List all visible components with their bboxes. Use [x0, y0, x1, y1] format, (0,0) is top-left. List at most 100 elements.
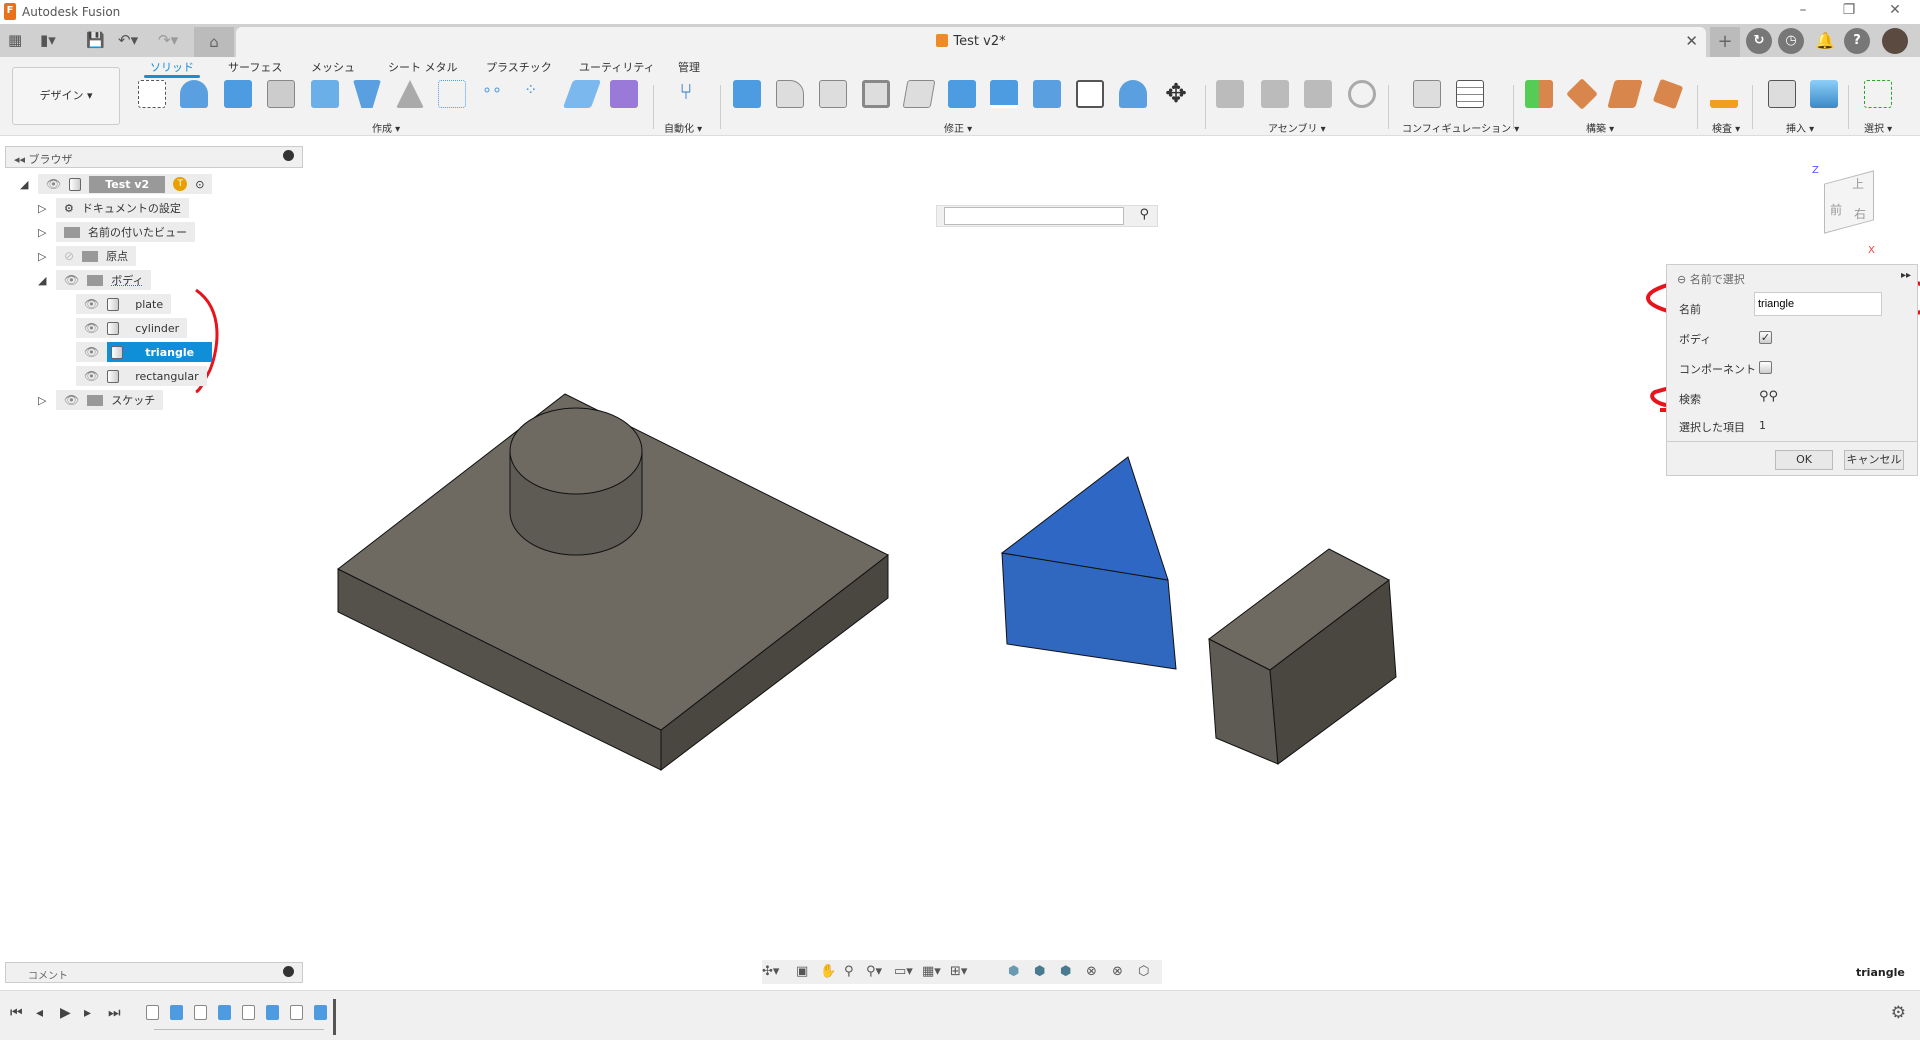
undo-button[interactable]: ↶▾ — [118, 31, 138, 49]
replace-face-icon[interactable] — [1033, 80, 1061, 108]
body-item-rectangular[interactable]: 👁 rectangular — [76, 366, 212, 386]
group-configure[interactable]: コンフィギュレーション ▾ — [1402, 120, 1519, 135]
viewport-search-input[interactable] — [944, 207, 1124, 225]
timeline-sketch-feature[interactable] — [290, 1005, 303, 1020]
eye-icon[interactable]: 👁 — [84, 369, 99, 383]
loft-icon[interactable] — [353, 80, 381, 108]
browser-header[interactable]: ◂◂ ブラウザ — [5, 146, 303, 168]
minimize-button[interactable]: – — [1788, 2, 1818, 18]
eye-icon[interactable]: 👁 — [46, 177, 61, 191]
fillet-icon[interactable] — [776, 80, 804, 108]
timeline-extrude-feature[interactable] — [218, 1005, 231, 1020]
rectangular-body[interactable] — [1208, 548, 1397, 765]
select-icon[interactable] — [1864, 80, 1892, 108]
user-avatar[interactable] — [1882, 28, 1908, 54]
pan-icon[interactable]: ✋ — [820, 964, 836, 979]
fit-icon[interactable]: ⚲▾ — [866, 964, 882, 979]
body-item-triangle[interactable]: 👁 triangle — [76, 342, 213, 362]
midplane-icon[interactable] — [1652, 78, 1684, 110]
view-cube-right[interactable]: 右 — [1854, 205, 1866, 222]
comment-panel[interactable]: コメント — [5, 962, 303, 983]
collapsed-icon[interactable]: ▷ — [38, 394, 52, 407]
tree-item-named-views[interactable]: ▷ 名前の付いたビュー — [38, 222, 212, 242]
collapsed-icon[interactable]: ▷ — [38, 202, 52, 215]
timeline-extrude-feature[interactable] — [314, 1005, 327, 1020]
job-status-icon[interactable]: ◷ — [1778, 28, 1804, 54]
body-item-cylinder[interactable]: 👁 cylinder — [76, 318, 212, 338]
body-checkbox[interactable]: ✓ — [1759, 331, 1772, 344]
binoculars-icon[interactable]: ⚲ — [1139, 207, 1149, 222]
expand-dialog-icon[interactable]: ▸▸ — [1901, 270, 1911, 281]
binoculars-search-button[interactable]: ⚲⚲ — [1759, 389, 1778, 404]
eye-icon[interactable]: 👁 — [84, 297, 99, 311]
configure-icon[interactable] — [1413, 80, 1441, 108]
apps-grid-icon[interactable]: ▦ — [8, 31, 22, 49]
collapse-icon[interactable]: ◂◂ — [14, 153, 29, 166]
group-modify[interactable]: 修正 ▾ — [944, 120, 972, 135]
move-copy-icon[interactable]: ✥ — [1162, 80, 1190, 108]
as-built-joint-icon[interactable] — [1304, 80, 1332, 108]
add-comment-icon[interactable] — [283, 966, 294, 977]
go-to-start-button[interactable]: ⏮ — [10, 1005, 23, 1021]
create-form-icon[interactable] — [610, 80, 638, 108]
insert-derive-icon[interactable] — [1768, 80, 1796, 108]
component-checkbox[interactable] — [1759, 361, 1772, 374]
notifications-icon[interactable]: 🔔 — [1812, 28, 1838, 54]
rib-icon[interactable] — [396, 80, 424, 108]
grid-icon[interactable]: ▦▾ — [922, 964, 941, 979]
plane-at-angle-icon[interactable] — [1566, 78, 1598, 110]
shaded-edges-icon[interactable]: ⬢ — [1034, 964, 1045, 979]
tab-manage[interactable]: 管理 — [678, 59, 700, 75]
config-table-icon[interactable] — [1456, 80, 1484, 108]
zoom-icon[interactable]: ⚲ — [844, 964, 854, 979]
scale-icon[interactable] — [948, 80, 976, 108]
go-to-end-button[interactable]: ⏭ — [108, 1005, 121, 1021]
draft-icon[interactable] — [902, 80, 936, 108]
view-cube-front[interactable]: 前 — [1830, 201, 1842, 218]
view-cube[interactable]: 上 前 右 Z X — [1810, 165, 1890, 256]
play-button[interactable]: ▶ — [60, 1005, 71, 1021]
tab-solid[interactable]: ソリッド — [144, 59, 200, 78]
thicken-icon[interactable] — [562, 80, 602, 108]
timeline-extrude-feature[interactable] — [266, 1005, 279, 1020]
save-button[interactable]: 💾 — [86, 31, 105, 49]
wireframe-hidden-icon[interactable]: ⊗ — [1112, 964, 1123, 979]
viewports-icon[interactable]: ⊞▾ — [950, 964, 967, 979]
close-window-button[interactable]: ✕ — [1880, 2, 1910, 18]
look-at-icon[interactable]: ▣ — [796, 964, 808, 979]
tab-mesh[interactable]: メッシュ — [311, 59, 355, 75]
display-settings-icon[interactable]: ▭▾ — [894, 964, 913, 979]
3d-viewport[interactable] — [0, 136, 1920, 988]
create-sketch-icon[interactable] — [138, 80, 166, 108]
minimize-browser-icon[interactable] — [283, 150, 294, 161]
automate-icon[interactable]: ⑂ — [672, 80, 700, 108]
wireframe-icon[interactable]: ⊗ — [1086, 964, 1097, 979]
orbit-icon[interactable]: ✣▾ — [762, 964, 779, 979]
tab-plastic[interactable]: プラスチック — [486, 59, 552, 75]
cylinder-body[interactable] — [509, 407, 643, 556]
collapsed-icon[interactable]: ▷ — [38, 250, 52, 263]
triangle-body[interactable] — [1000, 456, 1177, 670]
expanded-icon[interactable]: ◢ — [20, 178, 34, 191]
visible-edges-icon[interactable]: ⬡ — [1138, 964, 1149, 979]
restore-button[interactable]: ❐ — [1834, 2, 1864, 18]
close-tab-icon[interactable]: ✕ — [1685, 32, 1698, 50]
extrude-icon[interactable] — [224, 80, 252, 108]
pattern-icon[interactable]: ⁘ — [524, 80, 552, 108]
chamfer-icon[interactable] — [819, 80, 847, 108]
ok-button[interactable]: OK — [1775, 450, 1833, 470]
tree-item-sketches[interactable]: ▷ 👁 スケッチ — [38, 390, 212, 410]
activate-icon[interactable]: ⊙ — [195, 178, 204, 191]
web-icon[interactable] — [438, 80, 466, 108]
collapse-dialog-icon[interactable]: ⊖ — [1677, 273, 1690, 286]
eye-icon[interactable]: 👁 — [84, 345, 99, 359]
new-component-icon[interactable] — [1216, 80, 1244, 108]
revolve-icon[interactable] — [180, 80, 208, 108]
tab-sheet-metal[interactable]: シート メタル — [388, 59, 458, 75]
tab-surface[interactable]: サーフェス — [228, 59, 282, 75]
eye-icon[interactable]: 👁 — [84, 321, 99, 335]
sweep-icon[interactable] — [311, 80, 339, 108]
group-assemble[interactable]: アセンブリ ▾ — [1268, 120, 1326, 135]
name-input[interactable] — [1754, 292, 1882, 316]
redo-button[interactable]: ↷▾ — [158, 31, 178, 49]
